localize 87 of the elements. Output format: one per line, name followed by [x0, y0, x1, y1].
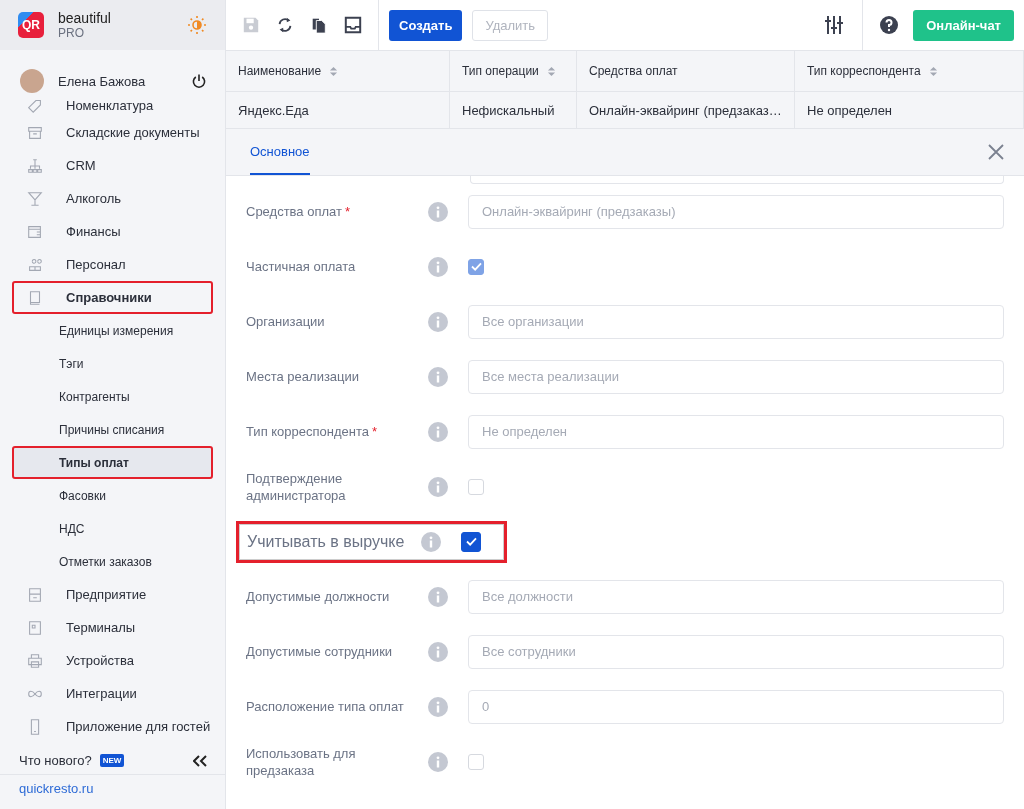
sidebar-item[interactable]: Интеграции: [12, 677, 213, 710]
input-field[interactable]: Все сотрудники: [468, 634, 1004, 669]
field-label: Использовать для предзаказа: [246, 744, 357, 779]
info-icon[interactable]: [428, 311, 448, 332]
sidebar-item[interactable]: Терминалы: [12, 611, 213, 644]
field-label: Подтверждение администратора: [246, 469, 347, 504]
copy-icon[interactable]: [310, 16, 328, 34]
sidebar-subitem[interactable]: Типы оплат: [12, 446, 213, 479]
input-field[interactable]: Не определен: [468, 414, 1004, 449]
tab[interactable]: Основное: [250, 129, 310, 175]
sidebar-item[interactable]: Приложение для гостей: [12, 710, 213, 743]
checkbox[interactable]: [461, 531, 481, 552]
inbox-icon[interactable]: [344, 16, 362, 34]
sidebar-subitem[interactable]: Единицы измерения: [12, 314, 213, 347]
sidebar-item[interactable]: Номенклатура: [12, 94, 213, 116]
info-icon[interactable]: [428, 586, 448, 607]
sort-icon: [928, 65, 938, 77]
create-button[interactable]: Создать: [389, 9, 463, 41]
input-field[interactable]: [470, 176, 1004, 184]
website-link[interactable]: quickresto.ru: [19, 781, 94, 796]
whats-new-link[interactable]: Что нового?: [19, 753, 92, 768]
collapse-icon[interactable]: [193, 754, 207, 767]
glass-icon: [26, 189, 44, 208]
column-header[interactable]: Тип операции: [450, 51, 577, 91]
theme-toggle-icon[interactable]: [187, 15, 207, 35]
field-label: Допустимые сотрудники: [246, 643, 394, 660]
sidebar-subitem[interactable]: Причины списания: [12, 413, 213, 446]
avatar[interactable]: [20, 69, 44, 93]
input-field[interactable]: Онлайн-эквайринг (предзаказы): [468, 194, 1004, 229]
info-icon[interactable]: [428, 696, 448, 717]
info-icon[interactable]: [428, 476, 448, 497]
input-field[interactable]: Все организации: [468, 304, 1004, 339]
help-icon[interactable]: [879, 15, 900, 35]
new-badge: NEW: [99, 754, 125, 767]
column-header[interactable]: Средства оплат: [577, 51, 795, 91]
checkmark-icon: [465, 537, 477, 546]
sidebar-item[interactable]: CRM: [12, 149, 213, 182]
checkmark-icon: [470, 262, 482, 271]
printer-icon: [26, 651, 44, 670]
table-cell: Нефискальный: [450, 92, 577, 128]
sidebar-item[interactable]: Предприятие: [12, 578, 213, 611]
store-icon: [26, 585, 44, 604]
info-icon[interactable]: [421, 531, 441, 552]
app-logo: QR: [18, 12, 44, 38]
info-icon[interactable]: [428, 641, 448, 662]
sort-icon: [329, 65, 339, 77]
qr-icon: [26, 618, 44, 637]
column-header[interactable]: Тип корреспондента: [795, 51, 1024, 91]
power-icon[interactable]: [191, 73, 207, 89]
info-icon[interactable]: [428, 366, 448, 387]
field-label: Организации: [246, 313, 326, 330]
account-name: beautiful: [58, 10, 112, 26]
sidebar-item[interactable]: Алкоголь: [12, 182, 213, 215]
input-field[interactable]: Все места реализации: [468, 359, 1004, 394]
hierarchy-icon: [26, 156, 44, 175]
info-icon[interactable]: [428, 421, 448, 442]
sidebar-item[interactable]: Устройства: [12, 644, 213, 677]
sort-icon: [546, 65, 556, 77]
field-label: Допустимые должности: [246, 588, 391, 605]
plan-label: PRO: [58, 26, 85, 40]
sidebar-subitem[interactable]: НДС: [12, 512, 213, 545]
field-label: Частичная оплата: [246, 258, 357, 275]
sidebar-subitem[interactable]: Тэги: [12, 347, 213, 380]
info-icon[interactable]: [428, 751, 448, 772]
field-label: Учитывать в выручке: [246, 533, 406, 550]
refresh-icon[interactable]: [276, 16, 294, 34]
table-cell: Онлайн-эквайринг (предзаказ…: [577, 92, 795, 128]
field-label: Тип корреспондента *: [246, 423, 379, 440]
sidebar-item[interactable]: Персонал: [12, 248, 213, 281]
input-field[interactable]: 0: [468, 689, 1004, 724]
table-cell: Яндекс.Еда: [226, 92, 450, 128]
sidebar-subitem[interactable]: Отметки заказов: [12, 545, 213, 578]
sidebar-item[interactable]: Справочники: [12, 281, 213, 314]
user-name: Елена Бажова: [58, 73, 147, 89]
field-label: Места реализации: [246, 368, 361, 385]
sidebar-item[interactable]: Складские документы: [12, 116, 213, 149]
info-icon[interactable]: [428, 201, 448, 222]
input-field[interactable]: Все должности: [468, 579, 1004, 614]
field-label: Расположение типа оплат: [246, 698, 405, 715]
sidebar-subitem[interactable]: Контрагенты: [12, 380, 213, 413]
sliders-icon[interactable]: [824, 15, 845, 35]
sidebar-item[interactable]: Финансы: [12, 215, 213, 248]
close-icon[interactable]: [988, 144, 1004, 160]
sidebar-subitem[interactable]: Фасовки: [12, 479, 213, 512]
column-header[interactable]: Наименование: [226, 51, 450, 91]
table-cell: Не определен: [795, 92, 1024, 128]
field-label: Средства оплат *: [246, 203, 352, 220]
